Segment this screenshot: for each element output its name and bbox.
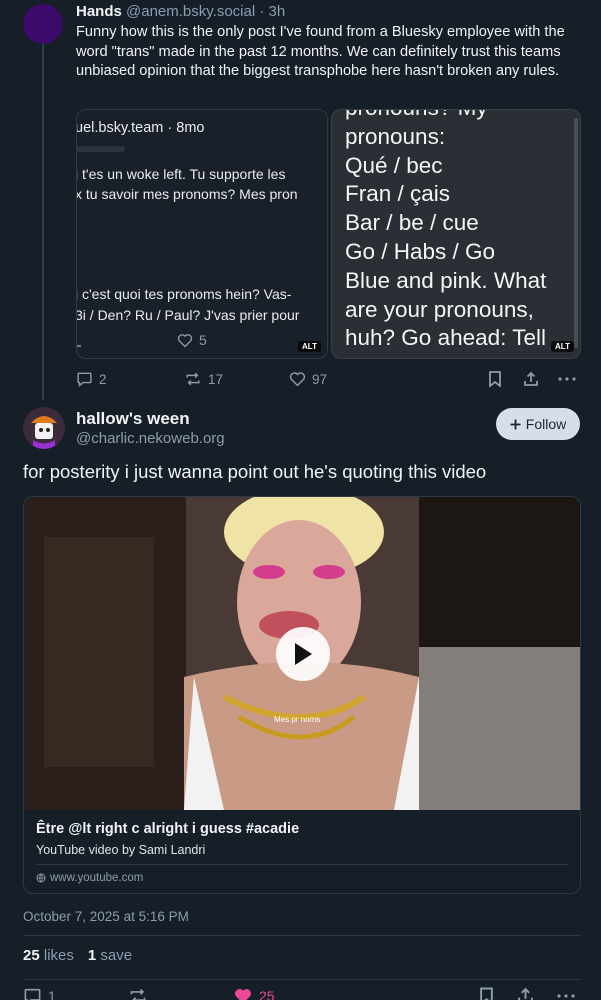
share-icon: [523, 371, 539, 387]
image-text-line: huh? Go ahead: Tell: [345, 325, 546, 351]
reply-icon: [76, 371, 93, 387]
post-text: for posterity i just wanna point out he'…: [23, 461, 487, 482]
image-text-line: pronouns:: [345, 123, 446, 149]
post-header: Hands @anem.bsky.social · 3h: [76, 3, 285, 20]
reply-icon: [23, 987, 42, 1000]
divider: [23, 979, 581, 980]
likes-stat[interactable]: 25 likes: [23, 947, 74, 964]
quoted-line: x tu savoir mes pronoms? Mes pron: [76, 186, 298, 202]
likes-label: likes: [43, 947, 74, 964]
divider: [36, 864, 568, 865]
bookmark-icon: [488, 371, 502, 387]
divider: [23, 935, 581, 936]
quoted-likes: 5: [177, 332, 207, 348]
post-date[interactable]: October 7, 2025 at 5:16 PM: [23, 909, 189, 924]
quoted-line: i c'est quoi tes pronoms hein? Vas-: [76, 286, 292, 302]
post-text: Funny how this is the only post I've fou…: [76, 24, 565, 79]
like-button[interactable]: 25: [233, 987, 275, 1000]
share-button[interactable]: [517, 987, 534, 1000]
author-handle[interactable]: @anem.bsky.social: [126, 3, 255, 20]
image-text-line: Blue and pink. What: [345, 267, 547, 293]
thread-line: [42, 44, 44, 400]
reply-button[interactable]: 2: [76, 369, 107, 389]
image-text-line: Go / Habs / Go: [345, 238, 496, 264]
like-count: 97: [312, 371, 328, 387]
image-text-block: pronouns? Mypronouns: Qué / bec Fran / çai…: [345, 110, 547, 353]
share-icon: [517, 987, 534, 1000]
image-text-line: Bar / be / cue: [345, 210, 479, 236]
bookmark-button[interactable]: [479, 987, 494, 1000]
domain-text: www.youtube.com: [50, 872, 144, 884]
like-button[interactable]: 97: [289, 369, 327, 389]
video-thumbnail[interactable]: Mes pr noms: [24, 497, 580, 810]
author-name[interactable]: hallow's ween: [76, 409, 190, 429]
post-time[interactable]: · 3h: [259, 3, 285, 20]
globe-icon: [36, 873, 46, 883]
repost-icon: [128, 987, 148, 1000]
heart-icon: [289, 371, 306, 387]
embed-domain: www.youtube.com: [36, 872, 143, 884]
avatar[interactable]: [23, 4, 63, 44]
quoted-header: uel.bsky.team · 8mo: [76, 120, 205, 136]
plus-icon: [510, 419, 521, 430]
heart-filled-icon: [233, 987, 253, 1000]
thumbnail-caption: Mes pr noms: [274, 715, 321, 724]
saves-stat[interactable]: 1 save: [88, 947, 132, 964]
embed-description: YouTube video by Sami Landri: [36, 843, 206, 857]
share-button[interactable]: [523, 369, 539, 389]
avatar[interactable]: [23, 407, 65, 449]
author-name[interactable]: Hands: [76, 3, 122, 20]
bookmark-button[interactable]: [488, 369, 502, 389]
image-text-line: are your pronouns,: [345, 296, 534, 322]
post-image-1[interactable]: uel.bsky.team · 8mo i t'es un woke left.…: [76, 109, 328, 359]
post-image-2[interactable]: pronouns? Mypronouns: Qué / bec Fran / çai…: [331, 109, 581, 359]
saves-count: 1: [87, 947, 97, 964]
reply-button[interactable]: 1: [23, 987, 56, 1000]
more-button[interactable]: [557, 994, 575, 998]
follow-button[interactable]: Follow: [496, 408, 580, 440]
repost-count: 17: [208, 371, 224, 387]
quoted-line: i t'es un woke left. Tu supporte les: [76, 166, 286, 182]
more-button[interactable]: [558, 369, 576, 389]
play-button[interactable]: [276, 627, 330, 681]
more-icon: [558, 377, 576, 381]
reply-count: 1: [48, 988, 56, 1000]
alt-badge[interactable]: ALT: [298, 341, 321, 352]
repost-icon: [184, 371, 202, 387]
play-icon: [293, 642, 313, 666]
repost-button[interactable]: 17: [184, 369, 223, 389]
image-text-line: Fran / çais: [345, 181, 451, 207]
reply-count: 2: [99, 371, 107, 387]
more-icon: [557, 994, 575, 998]
post-stats: 25 likes 1 save: [23, 947, 132, 964]
link-embed-card[interactable]: Mes pr noms Être @lt right c alright i g…: [23, 496, 581, 894]
image-scrollbar: [574, 118, 578, 348]
alt-badge[interactable]: ALT: [551, 341, 574, 352]
repost-button[interactable]: [128, 987, 148, 1000]
author-handle[interactable]: @charlic.nekoweb.org: [76, 430, 225, 447]
quoted-line: 3i / Den? Ru / Paul? J'vas prier pour: [76, 307, 300, 323]
image-text-line: pronouns? My: [345, 110, 546, 123]
saves-label: save: [100, 947, 133, 964]
bookmark-icon: [479, 987, 494, 1000]
heart-icon: [177, 333, 193, 348]
placeholder-bar: [77, 146, 125, 152]
like-count: 25: [259, 988, 275, 1000]
likes-count: 25: [23, 947, 40, 964]
likes-count: 5: [199, 332, 207, 348]
follow-label: Follow: [525, 416, 567, 432]
reply-icon: [77, 334, 83, 348]
image-text-line: Qué / bec: [345, 152, 443, 178]
embed-title: Être @lt right c alright i guess #acadie: [36, 821, 300, 837]
